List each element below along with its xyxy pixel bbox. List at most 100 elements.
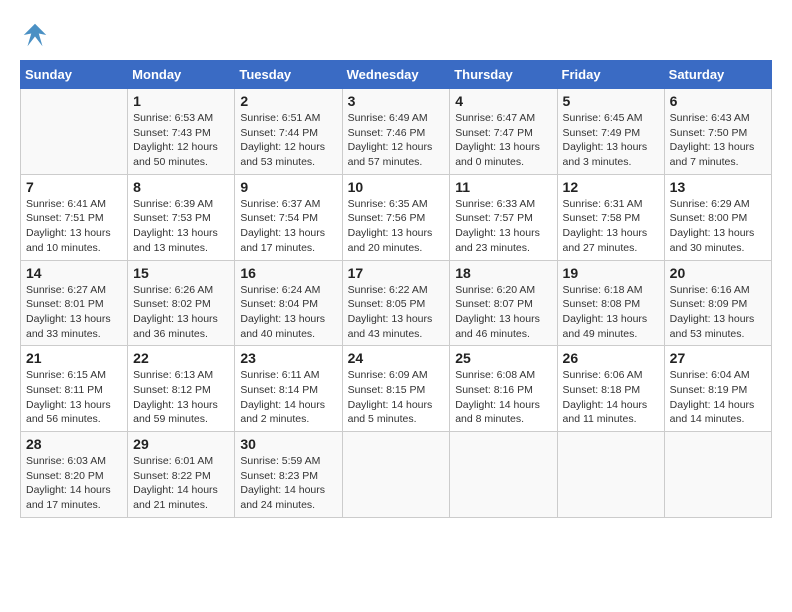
calendar-cell: 13Sunrise: 6:29 AM Sunset: 8:00 PM Dayli… (664, 174, 771, 260)
day-info: Sunrise: 6:43 AM Sunset: 7:50 PM Dayligh… (670, 111, 766, 170)
day-number: 3 (348, 93, 445, 109)
calendar-cell: 25 Sunrise: 6:08 AM Sunset: 8:16 PM Dayli… (450, 346, 557, 432)
day-info: Sunrise: 5:59 AM Sunset: 8:23 PM Dayligh… (240, 454, 336, 513)
day-number: 5 (563, 93, 659, 109)
day-number: 20 (670, 265, 766, 281)
day-number: 19 (563, 265, 659, 281)
calendar-cell: 11 Sunrise: 6:33 AM Sunset: 7:57 PM Dayli… (450, 174, 557, 260)
day-number: 25 (455, 350, 551, 366)
day-number: 2 (240, 93, 336, 109)
day-number: 6 (670, 93, 766, 109)
calendar-cell (342, 432, 450, 518)
calendar-cell: 1 Sunrise: 6:53 AM Sunset: 7:43 PM Daylig… (128, 89, 235, 175)
day-info: Sunrise: 6:49 AM Sunset: 7:46 PM Dayligh… (348, 111, 445, 170)
day-info: Sunrise: 6:15 AM Sunset: 8:11 PM Dayligh… (26, 368, 122, 427)
logo (20, 20, 54, 50)
day-info: Sunrise: 6:13 AM Sunset: 8:12 PM Dayligh… (133, 368, 229, 427)
day-number: 7 (26, 179, 122, 195)
calendar-cell (557, 432, 664, 518)
calendar-cell: 5 Sunrise: 6:45 AM Sunset: 7:49 PM Daylig… (557, 89, 664, 175)
header-wednesday: Wednesday (342, 61, 450, 89)
calendar-cell: 22 Sunrise: 6:13 AM Sunset: 8:12 PM Dayli… (128, 346, 235, 432)
week-row-2: 7 Sunrise: 6:41 AM Sunset: 7:51 PM Daylig… (21, 174, 772, 260)
calendar-cell: 17Sunrise: 6:22 AM Sunset: 8:05 PM Dayli… (342, 260, 450, 346)
calendar-cell: 27Sunrise: 6:04 AM Sunset: 8:19 PM Dayli… (664, 346, 771, 432)
calendar-cell: 6 Sunrise: 6:43 AM Sunset: 7:50 PM Daylig… (664, 89, 771, 175)
day-number: 26 (563, 350, 659, 366)
day-number: 21 (26, 350, 122, 366)
calendar-cell: 21 Sunrise: 6:15 AM Sunset: 8:11 PM Dayli… (21, 346, 128, 432)
calendar-cell: 29 Sunrise: 6:01 AM Sunset: 8:22 PM Dayli… (128, 432, 235, 518)
day-number: 11 (455, 179, 551, 195)
header-tuesday: Tuesday (235, 61, 342, 89)
calendar-cell: 14 Sunrise: 6:27 AM Sunset: 8:01 PM Dayli… (21, 260, 128, 346)
day-info: Sunrise: 6:01 AM Sunset: 8:22 PM Dayligh… (133, 454, 229, 513)
day-number: 12 (563, 179, 659, 195)
day-number: 14 (26, 265, 122, 281)
page-header (20, 20, 772, 50)
header-saturday: Saturday (664, 61, 771, 89)
day-info: Sunrise: 6:27 AM Sunset: 8:01 PM Dayligh… (26, 283, 122, 342)
day-number: 8 (133, 179, 229, 195)
day-info: Sunrise: 6:47 AM Sunset: 7:47 PM Dayligh… (455, 111, 551, 170)
calendar-cell (21, 89, 128, 175)
day-info: Sunrise: 6:24 AM Sunset: 8:04 PM Dayligh… (240, 283, 336, 342)
calendar-cell: 10Sunrise: 6:35 AM Sunset: 7:56 PM Dayli… (342, 174, 450, 260)
calendar-cell: 4 Sunrise: 6:47 AM Sunset: 7:47 PM Daylig… (450, 89, 557, 175)
day-info: Sunrise: 6:16 AM Sunset: 8:09 PM Dayligh… (670, 283, 766, 342)
calendar-cell: 18 Sunrise: 6:20 AM Sunset: 8:07 PM Dayli… (450, 260, 557, 346)
header-thursday: Thursday (450, 61, 557, 89)
day-number: 29 (133, 436, 229, 452)
calendar-cell: 19 Sunrise: 6:18 AM Sunset: 8:08 PM Dayli… (557, 260, 664, 346)
day-number: 4 (455, 93, 551, 109)
day-info: Sunrise: 6:51 AM Sunset: 7:44 PM Dayligh… (240, 111, 336, 170)
day-number: 1 (133, 93, 229, 109)
day-number: 13 (670, 179, 766, 195)
day-number: 30 (240, 436, 336, 452)
calendar-cell: 9Sunrise: 6:37 AM Sunset: 7:54 PM Daylig… (235, 174, 342, 260)
day-number: 15 (133, 265, 229, 281)
week-row-1: 1 Sunrise: 6:53 AM Sunset: 7:43 PM Daylig… (21, 89, 772, 175)
calendar-cell: 26 Sunrise: 6:06 AM Sunset: 8:18 PM Dayli… (557, 346, 664, 432)
week-row-5: 28 Sunrise: 6:03 AM Sunset: 8:20 PM Dayli… (21, 432, 772, 518)
day-number: 9 (240, 179, 336, 195)
week-row-4: 21 Sunrise: 6:15 AM Sunset: 8:11 PM Dayli… (21, 346, 772, 432)
calendar-cell (450, 432, 557, 518)
day-number: 22 (133, 350, 229, 366)
day-info: Sunrise: 6:35 AM Sunset: 7:56 PM Dayligh… (348, 197, 445, 256)
calendar-cell: 2 Sunrise: 6:51 AM Sunset: 7:44 PM Daylig… (235, 89, 342, 175)
day-info: Sunrise: 6:31 AM Sunset: 7:58 PM Dayligh… (563, 197, 659, 256)
logo-icon (20, 20, 50, 50)
day-info: Sunrise: 6:53 AM Sunset: 7:43 PM Dayligh… (133, 111, 229, 170)
day-info: Sunrise: 6:18 AM Sunset: 8:08 PM Dayligh… (563, 283, 659, 342)
calendar-cell (664, 432, 771, 518)
header-friday: Friday (557, 61, 664, 89)
calendar-cell: 24Sunrise: 6:09 AM Sunset: 8:15 PM Dayli… (342, 346, 450, 432)
calendar-cell: 8 Sunrise: 6:39 AM Sunset: 7:53 PM Daylig… (128, 174, 235, 260)
header-sunday: Sunday (21, 61, 128, 89)
day-info: Sunrise: 6:26 AM Sunset: 8:02 PM Dayligh… (133, 283, 229, 342)
day-info: Sunrise: 6:45 AM Sunset: 7:49 PM Dayligh… (563, 111, 659, 170)
header-monday: Monday (128, 61, 235, 89)
day-number: 28 (26, 436, 122, 452)
day-info: Sunrise: 6:33 AM Sunset: 7:57 PM Dayligh… (455, 197, 551, 256)
calendar-header-row: SundayMondayTuesdayWednesdayThursdayFrid… (21, 61, 772, 89)
day-number: 18 (455, 265, 551, 281)
calendar-cell: 23Sunrise: 6:11 AM Sunset: 8:14 PM Dayli… (235, 346, 342, 432)
calendar-table: SundayMondayTuesdayWednesdayThursdayFrid… (20, 60, 772, 518)
calendar-cell: 16 Sunrise: 6:24 AM Sunset: 8:04 PM Dayli… (235, 260, 342, 346)
calendar-cell: 7 Sunrise: 6:41 AM Sunset: 7:51 PM Daylig… (21, 174, 128, 260)
day-info: Sunrise: 6:08 AM Sunset: 8:16 PM Dayligh… (455, 368, 551, 427)
day-info: Sunrise: 6:06 AM Sunset: 8:18 PM Dayligh… (563, 368, 659, 427)
day-info: Sunrise: 6:11 AM Sunset: 8:14 PM Dayligh… (240, 368, 336, 427)
day-info: Sunrise: 6:39 AM Sunset: 7:53 PM Dayligh… (133, 197, 229, 256)
day-info: Sunrise: 6:22 AM Sunset: 8:05 PM Dayligh… (348, 283, 445, 342)
calendar-cell: 12 Sunrise: 6:31 AM Sunset: 7:58 PM Dayli… (557, 174, 664, 260)
day-info: Sunrise: 6:41 AM Sunset: 7:51 PM Dayligh… (26, 197, 122, 256)
day-info: Sunrise: 6:20 AM Sunset: 8:07 PM Dayligh… (455, 283, 551, 342)
day-number: 16 (240, 265, 336, 281)
calendar-cell: 3 Sunrise: 6:49 AM Sunset: 7:46 PM Daylig… (342, 89, 450, 175)
day-info: Sunrise: 6:09 AM Sunset: 8:15 PM Dayligh… (348, 368, 445, 427)
day-info: Sunrise: 6:03 AM Sunset: 8:20 PM Dayligh… (26, 454, 122, 513)
calendar-cell: 28 Sunrise: 6:03 AM Sunset: 8:20 PM Dayli… (21, 432, 128, 518)
